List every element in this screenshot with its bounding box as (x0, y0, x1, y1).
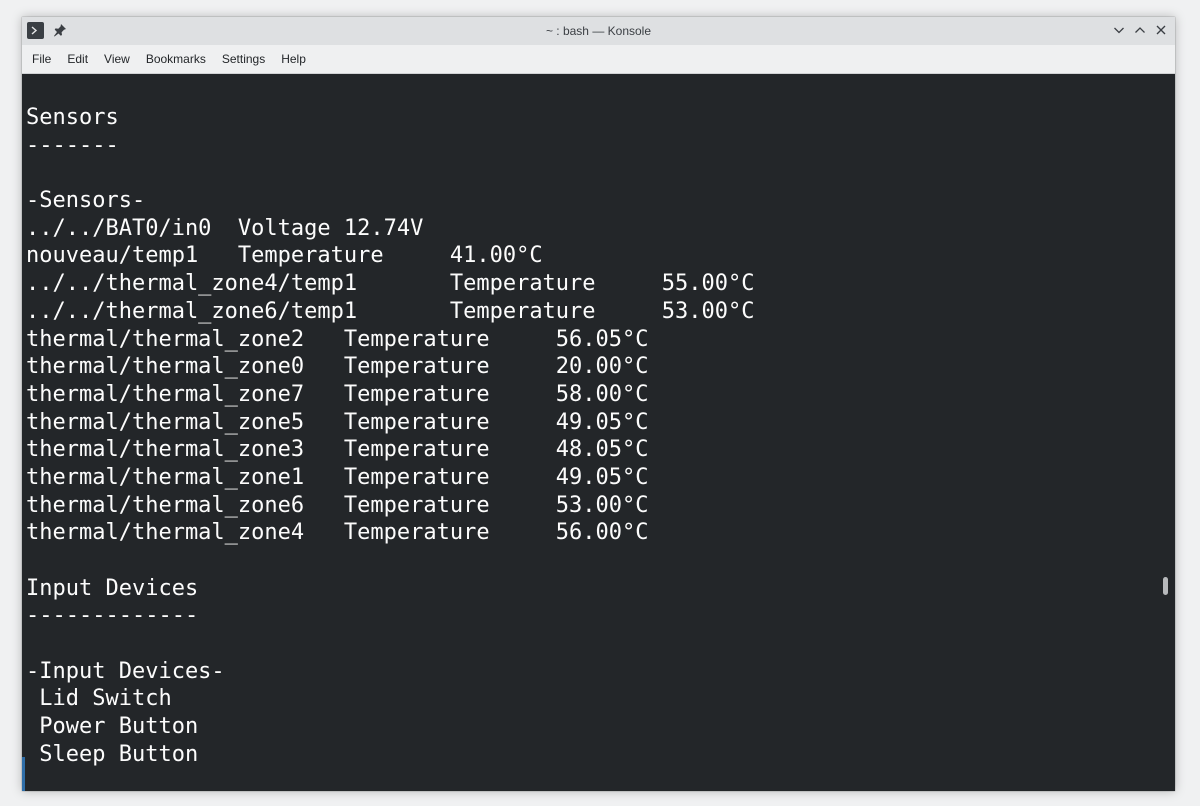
scrollbar[interactable] (1157, 74, 1175, 791)
terminal-line: nouveau/temp1 Temperature 41.00°C (26, 243, 543, 269)
menu-bookmarks[interactable]: Bookmarks (138, 45, 214, 73)
menu-bar: File Edit View Bookmarks Settings Help (22, 45, 1175, 74)
menu-help[interactable]: Help (273, 45, 314, 73)
terminal-lines: Sensors ------- -Sensors- ../../BAT0/in0 Vo… (26, 104, 754, 769)
terminal-line: thermal/thermal_zone1 Temperature 49.05°… (26, 464, 649, 490)
terminal-line: thermal/thermal_zone4 Temperature 56.00°… (26, 520, 649, 546)
terminal-output[interactable]: Sensors ------- -Sensors- ../../BAT0/in0 Vo… (22, 74, 1157, 791)
terminal-line: Sleep Button (26, 741, 199, 767)
terminal-line: Power Button (26, 714, 199, 740)
terminal-line: thermal/thermal_zone5 Temperature 49.05°… (26, 409, 649, 435)
terminal-line: thermal/thermal_zone7 Temperature 58.00°… (26, 381, 649, 407)
terminal-line: Lid Switch (26, 686, 172, 712)
terminal-line: thermal/thermal_zone6 Temperature 53.00°… (26, 492, 649, 518)
terminal-line: thermal/thermal_zone2 Temperature 56.05°… (26, 326, 649, 352)
title-bar[interactable]: ~ : bash — Konsole (22, 17, 1175, 45)
konsole-window: ~ : bash — Konsole File Edit View Bookma… (22, 17, 1175, 791)
terminal-line: ------------- (26, 603, 199, 629)
selection-marker (22, 757, 25, 791)
scrollbar-thumb[interactable] (1163, 577, 1168, 595)
terminal-line: ../../thermal_zone6/temp1 Temperature 53… (26, 298, 755, 324)
terminal-line: -Input Devices- (26, 658, 225, 684)
terminal-line: ../../thermal_zone4/temp1 Temperature 55… (26, 271, 755, 297)
terminal-line: Sensors (26, 105, 119, 130)
terminal-line: thermal/thermal_zone3 Temperature 48.05°… (26, 437, 649, 463)
terminal-line: thermal/thermal_zone0 Temperature 20.00°… (26, 354, 649, 380)
window-title: ~ : bash — Konsole (545, 24, 652, 38)
terminal-line: ../../BAT0/in0 Voltage 12.74V (26, 215, 424, 241)
terminal-line: ------- (26, 132, 119, 158)
close-icon[interactable] (1154, 23, 1168, 37)
menu-file[interactable]: File (22, 45, 59, 73)
menu-settings[interactable]: Settings (214, 45, 273, 73)
maximize-icon[interactable] (1133, 23, 1147, 37)
menu-view[interactable]: View (96, 45, 138, 73)
minimize-icon[interactable] (1112, 23, 1126, 37)
menu-edit[interactable]: Edit (59, 45, 96, 73)
terminal-line: Input Devices (26, 575, 199, 601)
terminal-line: -Sensors- (26, 188, 146, 214)
